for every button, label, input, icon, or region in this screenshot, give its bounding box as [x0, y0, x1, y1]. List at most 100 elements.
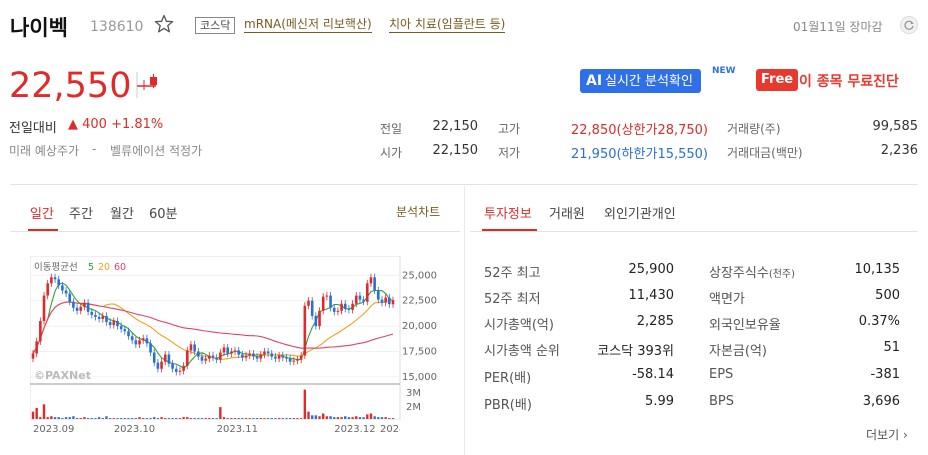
candle-body: [277, 355, 281, 359]
candle-body: [310, 300, 314, 316]
candle-body: [134, 340, 138, 345]
investment-label: 시가총액(억): [484, 318, 554, 333]
y-tick-label: 25,000: [402, 270, 437, 281]
theme-link-dental[interactable]: 치아 치료(임플란트 등): [389, 17, 506, 33]
candle-body: [252, 353, 255, 357]
candle-body: [340, 303, 343, 311]
investment-value: 3,696: [862, 394, 900, 409]
volume-bar: [226, 418, 229, 419]
volume-bar: [263, 418, 266, 419]
tab-60min[interactable]: 60분: [149, 203, 178, 222]
prev-close-value: 22,150: [432, 119, 479, 134]
candle-body: [75, 307, 79, 311]
candle-body: [318, 310, 321, 327]
investment-label: 상장주식수(천주): [709, 262, 795, 281]
candle-body: [285, 357, 288, 359]
valuation-label: 벨류에이션 적정가: [110, 144, 203, 158]
x-tick-label: 2023.12: [334, 424, 375, 435]
candle-body: [101, 315, 105, 319]
volume-bar: [193, 418, 196, 419]
candle-body: [123, 329, 127, 332]
candle-body: [145, 338, 149, 344]
volume-bar: [153, 417, 156, 419]
candle-body: [90, 311, 94, 315]
candle-body: [163, 354, 167, 362]
volume-bar: [233, 418, 237, 419]
volume-bar: [347, 417, 351, 419]
investment-label: BPS: [709, 394, 734, 409]
candle-body: [156, 362, 160, 369]
y-tick-label: 15,000: [402, 372, 437, 383]
volume-bar: [200, 418, 204, 419]
candle-body: [354, 295, 358, 304]
investment-value: 코스닥 393위: [597, 344, 674, 359]
candle-body: [46, 283, 49, 296]
tab-divider: [470, 231, 918, 232]
tab-brokers[interactable]: 거래원: [549, 203, 585, 222]
new-tag: NEW: [712, 66, 736, 76]
volume-bar: [50, 416, 53, 419]
volume-bar: [237, 418, 240, 419]
volume-bar: [322, 413, 325, 419]
more-label: 더보기: [866, 428, 900, 442]
ma-legend-5: 5: [88, 262, 94, 273]
candle-body: [259, 354, 263, 359]
candle-body: [244, 355, 248, 358]
tab-investment-info[interactable]: 투자정보: [484, 203, 532, 222]
future-price-value: -: [92, 142, 97, 156]
candle-body: [185, 350, 189, 366]
volume-bar: [288, 418, 292, 419]
candle-body: [61, 285, 64, 291]
candle-body: [384, 297, 387, 303]
tab-daily[interactable]: 일간: [30, 203, 54, 222]
candle-body: [237, 350, 241, 355]
analysis-chart-link[interactable]: 분석차트: [396, 203, 440, 220]
volume-bar: [310, 415, 314, 419]
volume-bar: [68, 417, 71, 419]
candle-body: [149, 343, 152, 353]
free-badge[interactable]: Free: [756, 69, 799, 91]
candle-body: [171, 363, 174, 369]
y-tick-label: 22,500: [402, 296, 437, 307]
candle-body: [108, 322, 112, 326]
investment-label: 52주 최저: [484, 292, 541, 307]
investment-value: 51: [883, 340, 900, 355]
star-icon[interactable]: [154, 14, 174, 34]
divider: [10, 184, 918, 185]
ai-label: 실시간 분석확인: [605, 74, 693, 89]
candle-body: [332, 307, 336, 312]
volume-bar: [31, 411, 35, 419]
x-tick-label: 2023.09: [33, 424, 74, 435]
candle-body: [233, 350, 237, 352]
tab-weekly[interactable]: 주간: [69, 203, 93, 222]
investment-value: 0.37%: [858, 314, 900, 329]
candle-body: [35, 341, 38, 354]
more-link[interactable]: 더보기 ›: [866, 426, 908, 443]
candle-body: [325, 295, 329, 297]
refresh-icon[interactable]: [900, 16, 918, 34]
candle-body: [178, 370, 182, 372]
volume-bar: [230, 418, 233, 419]
ai-analysis-button[interactable]: AI 실시간 분석확인: [580, 69, 701, 93]
volume-bar: [314, 415, 318, 419]
chevron-right-icon: ›: [902, 428, 908, 442]
candle-body: [50, 277, 53, 284]
open-value: 22,150: [432, 143, 479, 158]
theme-link-mrna[interactable]: mRNA(메신저 리보핵산): [244, 17, 372, 33]
chart-watermark: ©PAXNet: [34, 369, 91, 382]
candle-body: [343, 303, 347, 309]
candle-body: [112, 321, 116, 326]
investment-label-text: 자본금(억): [709, 344, 767, 359]
volume-bar: [307, 411, 310, 419]
volume-bar: [42, 404, 46, 419]
investment-label: 자본금(억): [709, 340, 767, 359]
tab-monthly[interactable]: 월간: [110, 203, 134, 222]
free-diagnosis-link[interactable]: 이 종목 무료진단: [799, 71, 899, 91]
chart-x-axis: 2023.09 2023.10 2023.11 2023.12 2024.01: [33, 424, 400, 435]
volume-bar: [351, 417, 354, 419]
x-tick-label: 2023.10: [114, 424, 155, 435]
price-chart[interactable]: 이동평균선 5 20 60 ©PAXNet 15,000 17,500 20,000…: [30, 256, 440, 420]
investment-label-unit: (천주): [768, 269, 796, 280]
low-value: 21,950(하한가15,550): [571, 147, 708, 162]
tab-investor-types[interactable]: 외인기관개인: [604, 203, 676, 222]
